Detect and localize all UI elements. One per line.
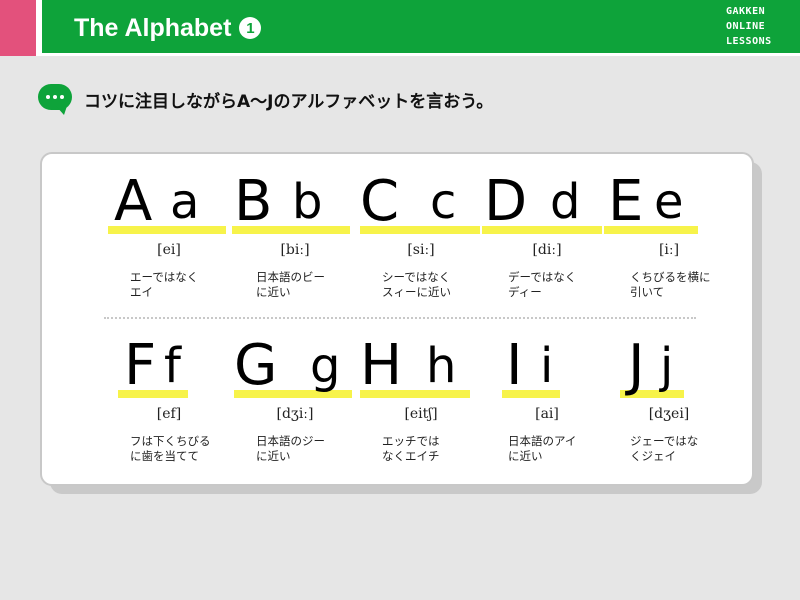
pronunciation: [siː] (407, 242, 435, 258)
lesson-number-badge: 1 (239, 17, 262, 39)
lowercase-letter: j (660, 338, 674, 394)
dotted-divider (104, 317, 696, 319)
lowercase-letter: e (654, 174, 684, 230)
speech-bubble-icon (38, 84, 72, 115)
pronunciation-tip: 日本語のジー に近い (256, 434, 325, 463)
brand-logo: GAKKEN ONLINE LESSONS (726, 4, 786, 49)
brand-line: LESSONS (726, 36, 772, 47)
pronunciation-tip: フは下くちびる に歯を当てて (130, 434, 211, 463)
letter-pair: Dd (482, 168, 612, 240)
instruction: コツに注目しながらA〜Jのアルファベットを言おう。 (38, 82, 493, 116)
pronunciation: [diː] (532, 242, 562, 258)
letter-card-d: Dd [diː] デーではなく ディー (482, 168, 612, 308)
pronunciation-tip: ジェーではな くジェイ (630, 434, 699, 463)
lowercase-letter: b (292, 174, 323, 230)
uppercase-letter: F (124, 333, 157, 398)
pronunciation-tip: くちびるを横に 引いて (630, 270, 711, 299)
letter-card-f: Ff [ef] フは下くちびる に歯を当てて (104, 332, 234, 472)
uppercase-letter: A (114, 169, 153, 234)
letter-pair: Hh (356, 332, 486, 404)
header-bar: The Alphabet 1 GAKKEN ONLINE LESSONS (0, 0, 800, 56)
pronunciation-tip: エーではなく エイ (130, 270, 199, 299)
letter-pair: Ff (104, 332, 234, 404)
pronunciation: [iː] (658, 242, 680, 258)
pronunciation-tip: 日本語のビー に近い (256, 270, 325, 299)
letter-pair: Aa (104, 168, 234, 240)
alphabet-row-a-e: Aa [ei] エーではなく エイ Bb [biː] 日本語のビー に近い Cc [siː] シ… (42, 168, 756, 308)
letter-pair: Jj (604, 332, 734, 404)
lowercase-letter: i (540, 338, 554, 394)
uppercase-letter: I (506, 333, 523, 398)
lowercase-letter: h (426, 338, 457, 394)
page-title: The Alphabet 1 (74, 10, 262, 46)
header-accent (0, 0, 36, 56)
pronunciation: [ef] (156, 406, 182, 422)
pronunciation-tip: 日本語のアイ に近い (508, 434, 577, 463)
pronunciation: [eitʃ] (404, 406, 438, 422)
brand-line: ONLINE (726, 21, 766, 32)
instruction-text: コツに注目しながらA〜Jのアルファベットを言おう。 (84, 91, 494, 112)
uppercase-letter: B (234, 169, 273, 234)
lowercase-letter: a (170, 174, 200, 230)
uppercase-letter: D (484, 169, 528, 234)
pronunciation: [biː] (280, 242, 310, 258)
pronunciation-tip: エッチでは なくエイチ (382, 434, 440, 463)
uppercase-letter: G (234, 333, 278, 398)
letter-card-c: Cc [siː] シーではなく スィーに近い (356, 168, 486, 308)
page-title-text: The Alphabet (74, 13, 232, 42)
letter-card-i: Ii [ai] 日本語のアイ に近い (482, 332, 612, 472)
pronunciation-tip: デーではなく ディー (508, 270, 577, 299)
uppercase-letter: E (608, 169, 644, 234)
pronunciation: [ei] (157, 242, 181, 258)
letter-card-e: Ee [iː] くちびるを横に 引いて (604, 168, 734, 308)
alphabet-row-f-j: Ff [ef] フは下くちびる に歯を当てて Gg [dʒiː] 日本語のジー に近い Hh… (42, 332, 756, 472)
letter-card-g: Gg [dʒiː] 日本語のジー に近い (230, 332, 360, 472)
alphabet-card: Aa [ei] エーではなく エイ Bb [biː] 日本語のビー に近い Cc [siː] シ… (40, 152, 754, 486)
lowercase-letter: c (430, 174, 457, 230)
lowercase-letter: d (550, 174, 581, 230)
lowercase-letter: f (164, 338, 181, 394)
pronunciation: [ai] (535, 406, 559, 422)
letter-card-j: Jj [dʒei] ジェーではな くジェイ (604, 332, 734, 472)
letter-pair: Cc (356, 168, 486, 240)
pronunciation: [dʒei] (648, 406, 690, 422)
pronunciation: [dʒiː] (276, 406, 314, 422)
brand-line: GAKKEN (726, 6, 766, 17)
pronunciation-tip: シーではなく スィーに近い (382, 270, 451, 299)
letter-card-b: Bb [biː] 日本語のビー に近い (230, 168, 360, 308)
letter-card-a: Aa [ei] エーではなく エイ (104, 168, 234, 308)
letter-pair: Ee (604, 168, 734, 240)
letter-pair: Gg (230, 332, 360, 404)
lowercase-letter: g (310, 338, 341, 394)
letter-card-h: Hh [eitʃ] エッチでは なくエイチ (356, 332, 486, 472)
letter-pair: Ii (482, 332, 612, 404)
uppercase-letter: J (628, 333, 645, 398)
uppercase-letter: H (360, 333, 403, 398)
letter-pair: Bb (230, 168, 360, 240)
uppercase-letter: C (360, 169, 400, 234)
